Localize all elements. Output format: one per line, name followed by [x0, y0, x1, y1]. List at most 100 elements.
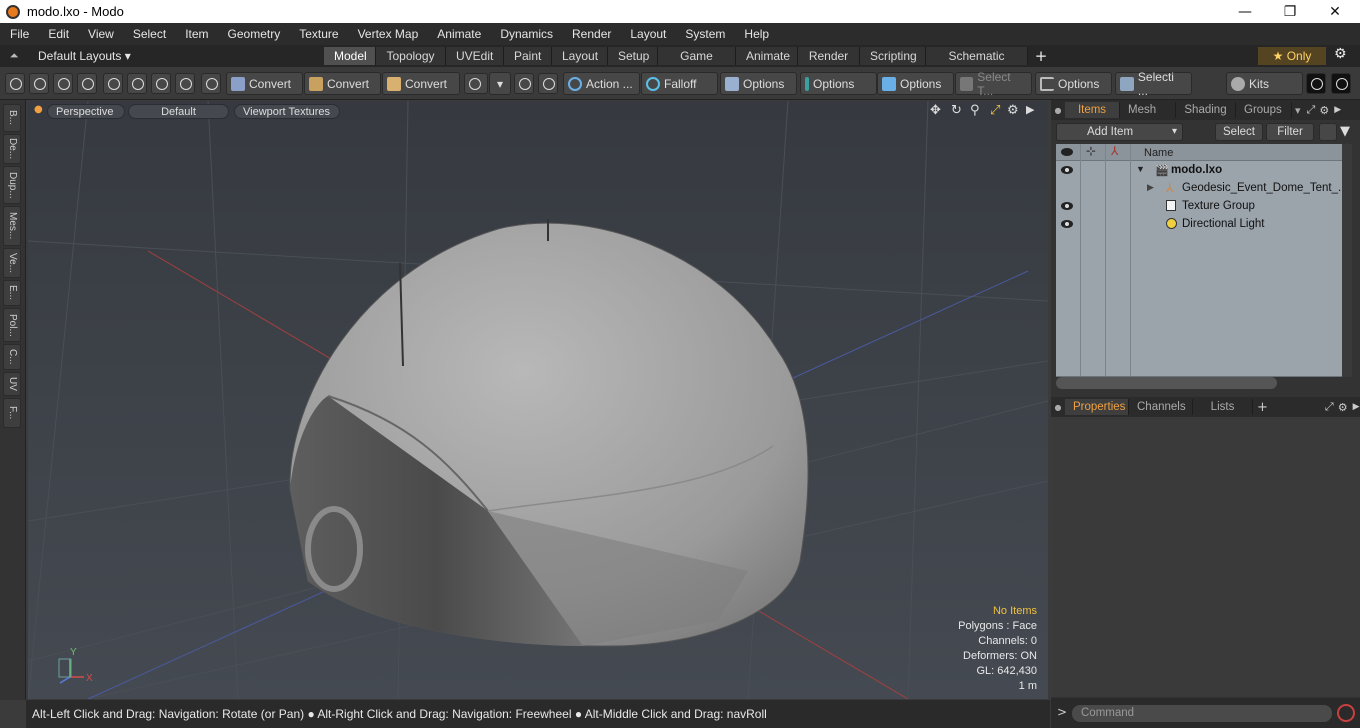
menu-help[interactable]: Help	[734, 27, 778, 41]
center-select-icon[interactable]	[151, 73, 171, 94]
viewport-textures-button[interactable]: Viewport Textures	[234, 104, 340, 119]
tab-render[interactable]: Render	[798, 47, 860, 65]
left-tab-uv[interactable]: UV	[3, 372, 21, 396]
list-item-texture-group[interactable]: Texture Group	[1056, 198, 1342, 216]
tab-model[interactable]: Model	[324, 47, 376, 65]
zoom-view-icon[interactable]: ⚲	[970, 103, 980, 118]
panel-arrow-icon[interactable]: ▶	[1334, 105, 1341, 115]
panel-menu-dot-icon[interactable]: ●	[1051, 106, 1065, 115]
panel-arrow-icon[interactable]: ▶	[1353, 402, 1360, 412]
symmetry-icon[interactable]	[514, 73, 534, 94]
maximize-view-icon[interactable]: ⤢	[990, 103, 1000, 118]
options-button-1[interactable]: Options	[720, 72, 797, 95]
items-list[interactable]: ⊹ ⅄ Name ▼ 🎬 modo.lxo ▶ ⅄ Geodesic_Event…	[1056, 144, 1348, 377]
options-button-2[interactable]: Options	[800, 72, 877, 95]
menu-view[interactable]: View	[78, 27, 123, 41]
collapse-icon[interactable]: ⏶	[0, 49, 28, 63]
left-tab-basic[interactable]: B...	[3, 104, 21, 132]
falloff-button[interactable]: Falloff	[641, 72, 718, 95]
tab-game-tools[interactable]: Game Tools	[658, 47, 736, 81]
tab-channels[interactable]: Channels	[1129, 399, 1193, 415]
list-item-scene[interactable]: ▼ 🎬 modo.lxo	[1056, 162, 1342, 180]
item-select-icon[interactable]	[77, 73, 97, 94]
default-shading-button[interactable]: Default	[128, 104, 229, 119]
convert-button-2[interactable]: Convert	[304, 72, 381, 95]
panel-gear-icon[interactable]: ⚙	[1338, 401, 1348, 414]
cube-tool-icon[interactable]	[464, 73, 488, 94]
menu-select[interactable]: Select	[123, 27, 175, 41]
tab-groups[interactable]: Groups	[1236, 102, 1292, 118]
panel-expand-icon[interactable]: ⤢	[1307, 103, 1316, 117]
3d-viewport[interactable]: X Y ● Perspective Default Viewport Textu…	[28, 101, 1048, 699]
move-view-icon[interactable]: ✥	[930, 103, 941, 118]
polygon-select-icon[interactable]	[53, 73, 73, 94]
record-macro-icon[interactable]	[1337, 704, 1355, 722]
filter-button[interactable]: Filter	[1266, 123, 1314, 141]
snapping-icon[interactable]	[538, 73, 558, 94]
tab-scripting[interactable]: Scripting	[860, 47, 926, 65]
close-button[interactable]: ✕	[1312, 0, 1358, 23]
left-tab-duplicate[interactable]: Dup...	[3, 166, 21, 204]
menu-item[interactable]: Item	[175, 27, 217, 41]
menu-file[interactable]: File	[0, 27, 38, 41]
menu-texture[interactable]: Texture	[289, 27, 347, 41]
command-input[interactable]: Command	[1071, 704, 1333, 723]
viewport-menu-dot-icon[interactable]: ●	[34, 104, 43, 115]
vertical-scrollbar[interactable]	[1342, 144, 1352, 377]
action-center-button[interactable]: Action ...	[563, 72, 640, 95]
left-tab-polygon[interactable]: Pol...	[3, 308, 21, 342]
tab-paint[interactable]: Paint	[504, 47, 552, 65]
tab-animate[interactable]: Animate	[736, 47, 798, 65]
left-tab-vertex[interactable]: Ve...	[3, 248, 21, 278]
left-tab-edge[interactable]: E...	[3, 280, 21, 306]
list-item-directional-light[interactable]: Directional Light	[1056, 216, 1342, 234]
convert-button-3[interactable]: Convert	[382, 72, 460, 95]
tab-items[interactable]: Items	[1065, 102, 1120, 118]
maximize-button[interactable]: ❐	[1267, 0, 1313, 23]
visibility-eye-icon[interactable]	[1061, 220, 1073, 228]
tab-schematic-fusion[interactable]: Schematic Fusion	[926, 47, 1028, 81]
select-through-button[interactable]: Select T...	[955, 70, 1032, 98]
menu-geometry[interactable]: Geometry	[218, 27, 290, 41]
edge-loop-icon[interactable]	[175, 73, 195, 94]
options-button-3[interactable]: Options	[877, 72, 954, 95]
tab-topology[interactable]: Topology	[376, 47, 446, 65]
menu-animate[interactable]: Animate	[427, 27, 490, 41]
list-item-mesh[interactable]: ▶ ⅄ Geodesic_Event_Dome_Tent_...	[1056, 180, 1348, 198]
pivot-select-icon[interactable]	[127, 73, 147, 94]
default-layouts-dropdown[interactable]: Default Layouts ▾	[28, 49, 324, 63]
left-tab-deform[interactable]: De...	[3, 134, 21, 164]
tab-layout[interactable]: Layout	[552, 47, 608, 65]
panel-tabs-dropdown-icon[interactable]: ▾	[1295, 104, 1301, 117]
visibility-eye-icon[interactable]	[1061, 166, 1073, 174]
only-button[interactable]: ★ Only	[1258, 47, 1326, 65]
select-button[interactable]: Select	[1215, 123, 1263, 141]
expand-arrow-icon[interactable]: ▼	[1136, 164, 1145, 174]
panel-menu-dot-icon[interactable]: ●	[1051, 403, 1065, 412]
name-column-header[interactable]: Name	[1144, 147, 1173, 159]
add-tab-button[interactable]: +	[1028, 47, 1054, 65]
unity-icon[interactable]	[1306, 73, 1326, 94]
lock-column-icon[interactable]: ⊹	[1086, 144, 1096, 158]
left-tab-mesh[interactable]: Mes...	[3, 206, 21, 246]
viewport-arrow-icon[interactable]: ▶	[1026, 103, 1034, 116]
tab-mesh[interactable]: Mesh ...	[1120, 102, 1176, 132]
funnel-filter-icon[interactable]: ▼	[1340, 124, 1356, 140]
expand-arrow-icon[interactable]: ▶	[1147, 182, 1154, 193]
cube-dropdown-icon[interactable]: ▾	[489, 72, 511, 95]
perspective-button[interactable]: Perspective	[47, 104, 125, 119]
menu-dynamics[interactable]: Dynamics	[490, 27, 562, 41]
collapse-list-icon[interactable]	[1319, 123, 1337, 141]
add-tab-button[interactable]: +	[1257, 400, 1268, 415]
viewport-gear-icon[interactable]: ⚙	[1007, 103, 1019, 118]
menu-vertex-map[interactable]: Vertex Map	[348, 27, 428, 41]
tab-lists[interactable]: Lists	[1193, 399, 1253, 415]
menu-render[interactable]: Render	[562, 27, 620, 41]
visibility-column-icon[interactable]	[1061, 148, 1073, 156]
material-select-icon[interactable]	[103, 73, 123, 94]
unreal-icon[interactable]	[1331, 73, 1351, 94]
selection-button[interactable]: Selecti ...	[1115, 70, 1192, 98]
left-tab-fusion[interactable]: F...	[3, 398, 21, 428]
menu-layout[interactable]: Layout	[620, 27, 675, 41]
layout-gear-icon[interactable]: ⚙	[1334, 46, 1347, 62]
